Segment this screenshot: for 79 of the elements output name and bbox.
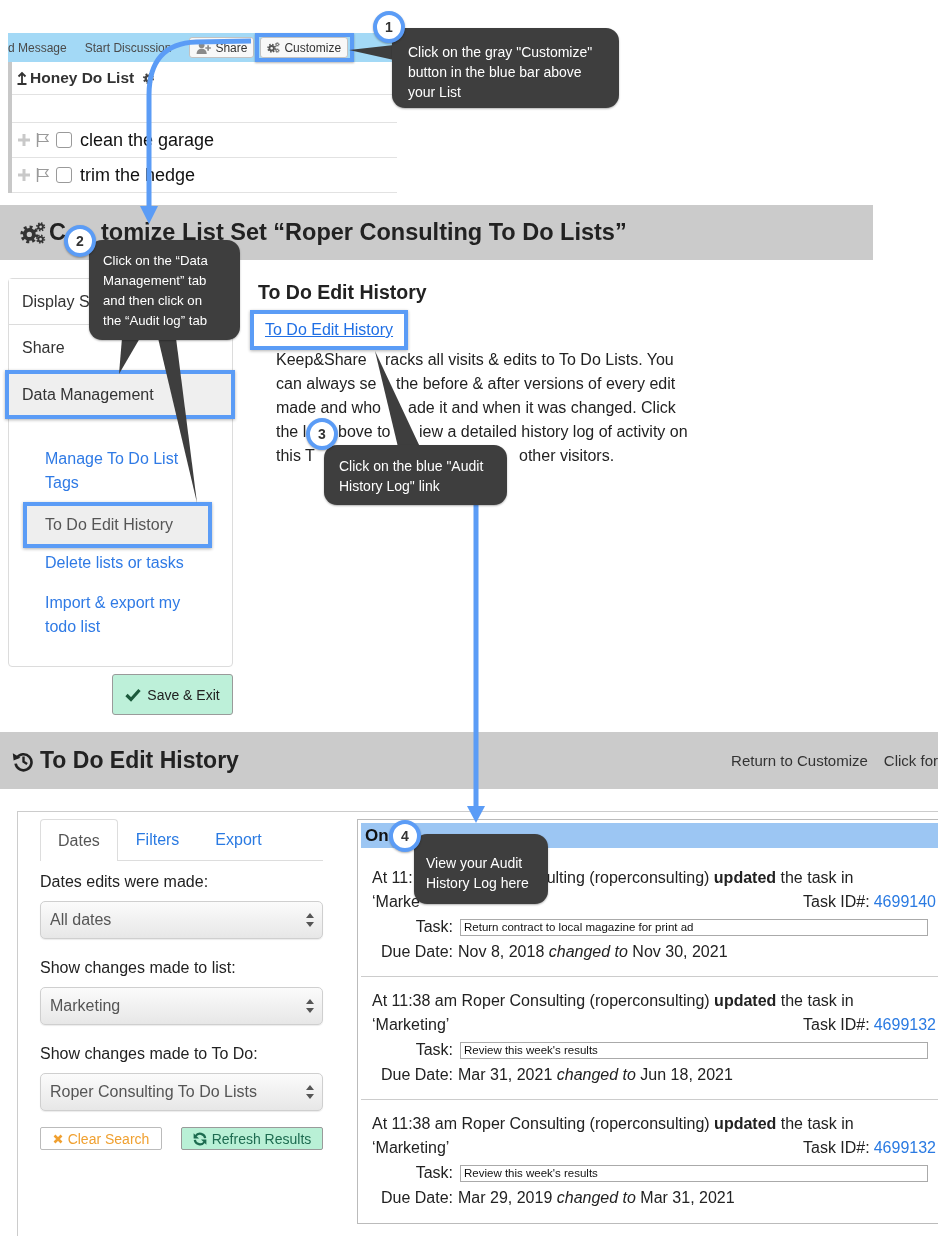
section-heading: To Do Edit History <box>258 280 427 304</box>
description-text: other visitors. <box>519 446 615 466</box>
flag-icon <box>36 168 50 182</box>
field-label: Due Date: <box>379 1065 453 1085</box>
person-plus-icon <box>196 41 212 54</box>
filter-tab[interactable]: Export <box>197 819 280 860</box>
plus-icon <box>18 134 30 146</box>
sidebar-link[interactable]: Import & export my todo list <box>45 591 205 639</box>
sidebar-link[interactable]: To Do Edit History <box>27 506 208 544</box>
field-label: Task: <box>414 917 453 937</box>
page-title: C <box>49 219 66 246</box>
dropdown[interactable]: Roper Consulting To Do Lists <box>40 1073 323 1111</box>
task-field[interactable]: Review this week's results <box>460 1041 928 1059</box>
due-date-change: Mar 31, 2021 changed to Jun 18, 2021 <box>458 1065 733 1085</box>
field-label: Show changes made to To Do: <box>40 1044 259 1064</box>
field-label: Show changes made to list: <box>40 958 237 978</box>
task-id-label: Task ID#: <box>803 892 870 912</box>
nav-link[interactable]: Click for <box>883 752 938 769</box>
description-text: the before & after versions of every edit <box>396 374 676 394</box>
refresh-icon <box>192 1131 207 1146</box>
field-label: Due Date: <box>379 942 453 962</box>
description-text: the l <box>276 422 307 442</box>
updown-arrows-icon <box>306 1085 314 1099</box>
field-label: Task: <box>414 1040 453 1060</box>
close-icon <box>52 1133 63 1144</box>
filter-tab[interactable]: Dates <box>40 819 118 861</box>
task-id-label: Task ID#: <box>803 1138 870 1158</box>
sidebar-link[interactable]: Delete lists or tasks <box>45 551 205 575</box>
settings-icon <box>143 72 155 84</box>
field-label: Dates edits were made: <box>40 872 210 892</box>
sidebar-tab[interactable]: Display S <box>9 279 91 325</box>
nav-link[interactable]: Return to Customize <box>731 752 868 769</box>
task-field[interactable]: Return contract to local magazine for print ad <box>460 918 928 936</box>
dropdown[interactable]: Marketing <box>40 987 323 1025</box>
description-text: can always se <box>276 374 377 394</box>
description-text: iew a detailed history log of activity on <box>419 422 688 442</box>
check-icon <box>125 688 142 701</box>
plus-icon <box>18 169 30 181</box>
save-button[interactable]: Save & Exit <box>112 674 233 715</box>
arrow-up-icon <box>17 71 27 85</box>
description-text: bove to <box>338 422 391 442</box>
checkbox[interactable] <box>56 132 72 148</box>
step-badge: 4 <box>389 820 421 852</box>
task-id-link[interactable]: 4699132 <box>873 1136 936 1160</box>
updown-arrows-icon <box>306 913 314 927</box>
entry-summary: At 11:38 am Roper Consulting (roperconsulting) updated the task in <box>372 991 854 1011</box>
task-id-link[interactable]: 4699132 <box>873 1013 936 1037</box>
step-badge: 3 <box>306 418 338 450</box>
description-text: racks all visits & edits to To Do Lists. You <box>385 350 674 370</box>
list-name: ‘Marketing’ <box>372 1138 450 1158</box>
toolbar-link[interactable]: Start Discussion <box>84 40 172 55</box>
dropdown[interactable]: All dates <box>40 901 323 939</box>
task-id-link[interactable]: 4699140 <box>873 890 936 914</box>
filter-tab[interactable]: Filters <box>117 819 198 860</box>
list-name: ‘Marketing’ <box>372 1015 450 1035</box>
checkbox[interactable] <box>56 167 72 183</box>
history-link[interactable]: To Do Edit History <box>265 318 394 342</box>
description-text: ade it and when it was changed. Click <box>408 398 676 418</box>
field-label: Due Date: <box>379 1188 453 1208</box>
page-title: To Do Edit History <box>40 747 239 774</box>
list-title: Honey Do List <box>30 69 135 87</box>
gears-icon <box>267 42 281 53</box>
task-field[interactable]: Review this week's results <box>460 1164 928 1182</box>
description-text: Keep&Share <box>276 350 367 370</box>
entry-summary: At 11: <box>372 868 413 888</box>
due-date-change: Mar 29, 2019 changed to Mar 31, 2021 <box>458 1188 735 1208</box>
gears-icon <box>20 221 46 244</box>
field-label: Task: <box>414 1163 453 1183</box>
entry-summary: At 11:38 am Roper Consulting (roperconsulting) updated the task in <box>372 1114 854 1134</box>
refresh-button[interactable]: Refresh Results <box>181 1127 323 1150</box>
flag-icon <box>36 133 50 147</box>
task-id-label: Task ID#: <box>803 1015 870 1035</box>
toolbar-link[interactable]: d Message <box>8 40 67 55</box>
updown-arrows-icon <box>306 999 314 1013</box>
due-date-change: Nov 8, 2018 changed to Nov 30, 2021 <box>458 942 728 962</box>
toolbar-button[interactable]: Customize <box>260 37 349 58</box>
entry-summary: ulting (roperconsulting) updated the task in <box>546 868 854 888</box>
description-text: made and who <box>276 398 381 418</box>
sidebar-tab[interactable]: Data Management <box>9 374 231 415</box>
